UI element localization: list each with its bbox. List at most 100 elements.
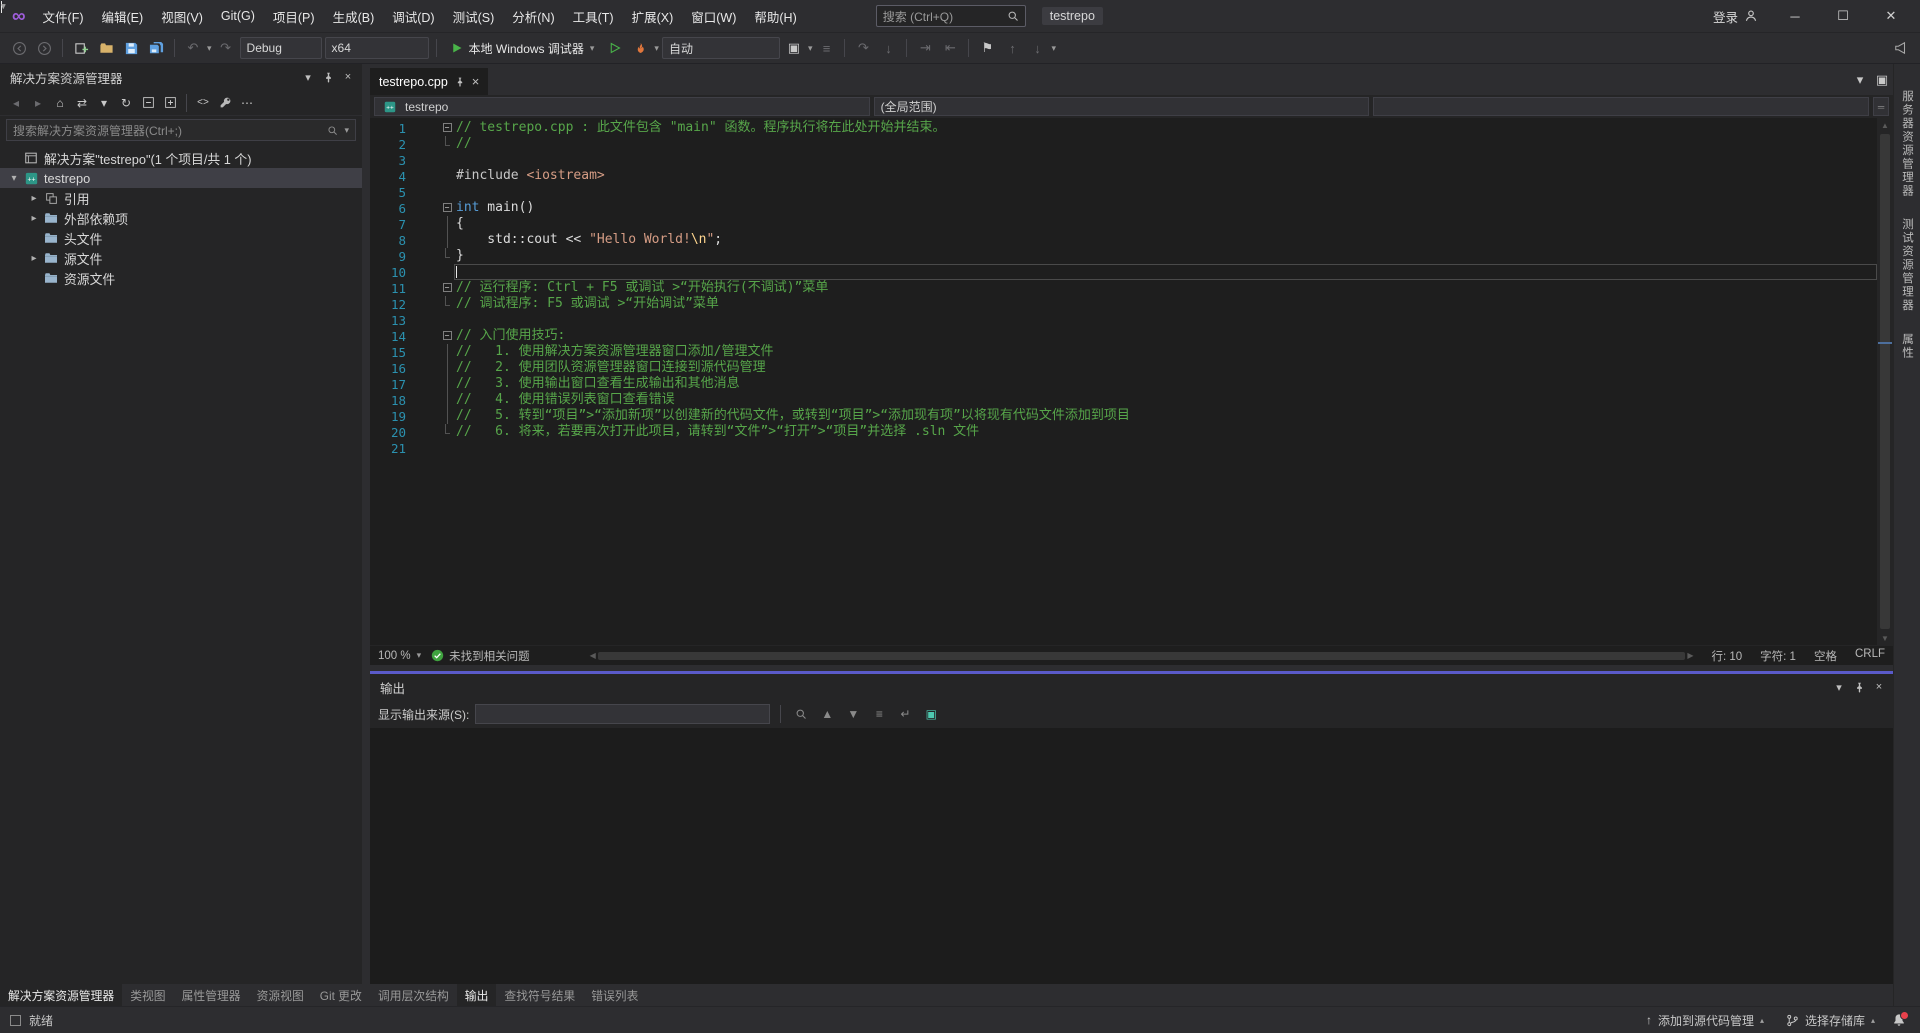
pin-icon[interactable]	[455, 77, 465, 87]
project-scope-combo[interactable]: ++ testrepo ▾	[374, 97, 870, 116]
autohide-tab[interactable]: 属性	[1899, 333, 1915, 360]
zoom-control[interactable]: 100 % ▾	[378, 650, 421, 662]
menu-item[interactable]: Git(G)	[212, 0, 264, 32]
start-debugging-button[interactable]: 本地 Windows 调试器 ▾	[444, 37, 602, 59]
tree-item[interactable]: ▾++testrepo	[0, 168, 362, 188]
hot-reload-dropdown-icon[interactable]: ▾	[654, 43, 659, 54]
collapse-region-icon[interactable]: −	[443, 123, 452, 132]
scroll-right-icon[interactable]: ▶	[1687, 651, 1693, 660]
home-icon[interactable]: ⌂	[50, 93, 70, 113]
bookmark-icon[interactable]: ⚑	[976, 37, 998, 59]
pin-icon[interactable]	[318, 67, 338, 87]
close-button[interactable]: ✕	[1868, 0, 1914, 32]
tree-item[interactable]: 头文件	[0, 228, 362, 248]
view-code-icon[interactable]: <>	[193, 93, 213, 113]
save-icon[interactable]	[120, 37, 142, 59]
indent-icon[interactable]: ⇥	[914, 37, 936, 59]
show-all-files-icon[interactable]	[160, 93, 180, 113]
back-icon[interactable]: ◂	[6, 93, 26, 113]
platform-combo[interactable]: x64 ▾	[325, 37, 429, 59]
select-repository-button[interactable]: 选择存储库 ▴	[1777, 1007, 1884, 1033]
window-position-icon[interactable]: ▾	[1829, 677, 1849, 697]
open-folder-icon[interactable]	[95, 37, 117, 59]
autoscroll-icon[interactable]: ▣	[921, 704, 941, 724]
window-position-icon[interactable]: ▾	[298, 67, 318, 87]
scroll-left-icon[interactable]: ◀	[590, 651, 596, 660]
panel-tab[interactable]: Git 更改	[312, 984, 362, 1006]
collapse-region-icon[interactable]: −	[443, 283, 452, 292]
notifications-button[interactable]	[1888, 1009, 1910, 1031]
panel-tab[interactable]: 解决方案资源管理器	[0, 984, 122, 1006]
document-health-indicator[interactable]: 未找到相关问题	[431, 648, 530, 664]
scroll-down-icon[interactable]: ▼	[1881, 631, 1889, 645]
horizontal-splitter-accent[interactable]	[370, 665, 1893, 674]
previous-bookmark-icon[interactable]: ↑	[1001, 37, 1023, 59]
tree-item[interactable]: ▸外部依赖项	[0, 208, 362, 228]
scrollbar-thumb[interactable]	[1880, 134, 1890, 629]
expander-icon[interactable]: ▸	[26, 213, 42, 224]
solution-search-input[interactable]: 搜索解决方案资源管理器(Ctrl+;) ▾	[6, 119, 356, 141]
toolbar-overflow-icon[interactable]: ▾	[1051, 43, 1056, 54]
menu-item[interactable]: 视图(V)	[152, 0, 212, 32]
refresh-icon[interactable]: ↻	[116, 93, 136, 113]
spaces-indicator[interactable]: 空格	[1814, 648, 1837, 664]
member-scope-combo[interactable]: ▾	[1373, 97, 1869, 116]
menu-item[interactable]: 调试(D)	[383, 0, 443, 32]
window-options-icon[interactable]: ▣	[1871, 69, 1893, 91]
navigate-forward-icon[interactable]	[33, 37, 55, 59]
step-into-icon[interactable]: ↓	[877, 37, 899, 59]
undo-dropdown-icon[interactable]: ▾	[207, 43, 212, 54]
sign-in-button[interactable]: 登录	[1701, 0, 1770, 32]
output-content[interactable]	[370, 728, 1893, 984]
switch-views-icon[interactable]: ⇄	[72, 93, 92, 113]
scroll-up-icon[interactable]: ▲	[1881, 118, 1889, 132]
expander-icon[interactable]: ▾	[6, 173, 22, 184]
close-icon[interactable]: ×	[338, 67, 358, 87]
clear-all-icon[interactable]: ≡	[869, 704, 889, 724]
word-wrap-icon[interactable]: ↵	[895, 704, 915, 724]
find-message-icon[interactable]	[791, 704, 811, 724]
quick-search-box[interactable]: 搜索 (Ctrl+Q)	[876, 5, 1026, 27]
tree-item[interactable]: ▸源文件	[0, 248, 362, 268]
save-all-icon[interactable]	[145, 37, 167, 59]
eol-indicator[interactable]: CRLF	[1855, 648, 1885, 664]
code-editor[interactable]: 1−// testrepo.cpp : 此文件包含 "main" 函数。程序执行…	[370, 118, 1877, 645]
outdent-icon[interactable]: ⇤	[939, 37, 961, 59]
break-all-icon[interactable]: ≡	[815, 37, 837, 59]
autohide-tab[interactable]: 测试资源管理器	[1899, 218, 1915, 313]
collapse-all-icon[interactable]	[138, 93, 158, 113]
close-icon[interactable]: ×	[1869, 677, 1889, 697]
menu-item[interactable]: 窗口(W)	[682, 0, 745, 32]
menu-item[interactable]: 测试(S)	[444, 0, 504, 32]
step-over-icon[interactable]: ↷	[852, 37, 874, 59]
expander-icon[interactable]: ▸	[26, 253, 42, 264]
menu-item[interactable]: 文件(F)	[34, 0, 93, 32]
document-list-dropdown-icon[interactable]: ▾	[1849, 69, 1871, 91]
menu-item[interactable]: 扩展(X)	[623, 0, 683, 32]
panel-tab[interactable]: 类视图	[122, 984, 173, 1006]
feedback-icon[interactable]	[1890, 37, 1912, 59]
tree-item[interactable]: 资源文件	[0, 268, 362, 288]
vertical-scrollbar[interactable]: ▲ ▼	[1877, 118, 1893, 645]
undo-icon[interactable]: ↶	[182, 37, 204, 59]
attach-process-icon[interactable]: ▣	[783, 37, 805, 59]
horizontal-scrollbar[interactable]: ◀ ▶	[590, 651, 1694, 661]
panel-tab[interactable]: 调用层次结构	[370, 984, 457, 1006]
auto-combo[interactable]: 自动 ▾	[662, 37, 780, 59]
forward-icon[interactable]: ▸	[28, 93, 48, 113]
configuration-combo[interactable]: Debug ▾	[240, 37, 322, 59]
scrollbar-thumb[interactable]	[598, 652, 1686, 660]
menu-item[interactable]: 生成(B)	[324, 0, 384, 32]
menu-item[interactable]: 编辑(E)	[93, 0, 153, 32]
add-to-source-control-button[interactable]: ↑ 添加到源代码管理 ▴	[1637, 1007, 1773, 1033]
previous-message-icon[interactable]: ▲	[817, 704, 837, 724]
split-window-grip[interactable]: ═	[1873, 97, 1889, 116]
navigate-back-icon[interactable]	[8, 37, 30, 59]
redo-icon[interactable]: ↷	[215, 37, 237, 59]
properties-icon[interactable]	[215, 93, 235, 113]
fold-margin[interactable]: −	[440, 200, 454, 216]
menu-item[interactable]: 帮助(H)	[745, 0, 805, 32]
background-tasks-icon[interactable]	[10, 1015, 21, 1026]
collapse-region-icon[interactable]: −	[443, 203, 452, 212]
panel-tab[interactable]: 输出	[457, 984, 497, 1006]
